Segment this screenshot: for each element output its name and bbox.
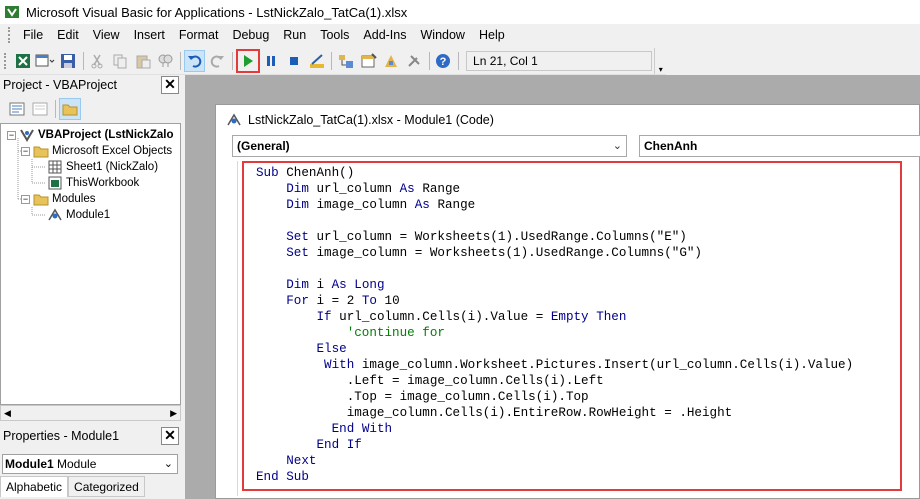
project-close-icon[interactable]: ✕ [161, 76, 179, 94]
toolbar-separator [82, 51, 84, 70]
code-window-icon [226, 113, 242, 127]
menu-insert[interactable]: Insert [127, 24, 172, 46]
title-bar: Microsoft Visual Basic for Applications … [0, 0, 920, 24]
menu-view[interactable]: View [86, 24, 127, 46]
code-line[interactable]: 'continue for [256, 325, 900, 341]
code-line[interactable]: Set url_column = Worksheets(1).UsedRange… [256, 229, 900, 245]
code-window: LstNickZalo_TatCa(1).xlsx - Module1 (Cod… [215, 104, 920, 499]
code-line[interactable]: For i = 2 To 10 [256, 293, 900, 309]
selected-object-type: Module [57, 457, 97, 471]
help-icon[interactable]: ? [433, 50, 455, 72]
properties-tabs: Alphabetic Categorized [0, 476, 181, 499]
code-line[interactable] [256, 213, 900, 229]
project-panel-title: Project - VBAProject [0, 75, 181, 95]
properties-object-select[interactable]: Module1 Module ⌄ [2, 454, 178, 474]
view-code-icon[interactable] [6, 98, 28, 120]
project-tree: − VBAProject (LstNickZalo − Microsoft Ex… [0, 123, 181, 405]
object-browser-icon[interactable] [380, 50, 402, 72]
menu-tools[interactable]: Tools [313, 24, 356, 46]
code-line[interactable]: End With [256, 421, 900, 437]
redo-icon[interactable] [206, 50, 228, 72]
toolbar-separator [458, 51, 460, 70]
menu-bar: File Edit View Insert Format Debug Run T… [0, 24, 920, 46]
toggle-folders-icon[interactable] [59, 98, 81, 120]
code-line[interactable]: Sub ChenAnh() [256, 165, 900, 181]
copy-icon[interactable] [109, 50, 131, 72]
project-tree-scrollbar[interactable]: ◀ ▶ [0, 405, 181, 421]
code-editor[interactable]: Sub ChenAnh() Dim url_column As Range Di… [242, 161, 902, 491]
tab-alphabetic[interactable]: Alphabetic [0, 476, 69, 497]
reset-icon[interactable] [283, 50, 305, 72]
cursor-position: Ln 21, Col 1 [466, 50, 653, 71]
object-combo[interactable]: (General) ⌄ [232, 135, 627, 157]
menu-run[interactable]: Run [276, 24, 313, 46]
toolbar-options-chevron-icon[interactable]: ▾ [654, 47, 666, 74]
insert-module-icon[interactable] [35, 50, 57, 72]
code-line[interactable]: .Left = image_column.Cells(i).Left [256, 373, 900, 389]
save-icon[interactable] [57, 50, 79, 72]
tree-connector-lines [17, 138, 46, 216]
procedure-combo-value: ChenAnh [644, 139, 698, 153]
menu-window[interactable]: Window [414, 24, 472, 46]
procedure-combo[interactable]: ChenAnh [639, 135, 920, 157]
paste-icon[interactable] [132, 50, 154, 72]
toolbar-separator [55, 100, 56, 118]
menu-grip[interactable] [8, 27, 12, 43]
window-title: Microsoft Visual Basic for Applications … [26, 4, 408, 20]
toolbox-icon[interactable] [403, 50, 425, 72]
code-line[interactable]: End If [256, 437, 900, 453]
menu-debug[interactable]: Debug [225, 24, 276, 46]
code-line[interactable]: .Top = image_column.Cells(i).Top [256, 389, 900, 405]
toolbar-separator [232, 51, 233, 70]
design-mode-icon[interactable] [306, 50, 328, 72]
break-icon[interactable] [261, 50, 283, 72]
code-line[interactable]: Next [256, 453, 900, 469]
menu-edit[interactable]: Edit [50, 24, 86, 46]
svg-text:?: ? [440, 56, 447, 68]
code-line[interactable]: End Sub [256, 469, 900, 485]
cut-icon[interactable] [87, 50, 109, 72]
code-window-title: LstNickZalo_TatCa(1).xlsx - Module1 (Cod… [248, 113, 494, 127]
code-line[interactable]: Set image_column = Worksheets(1).UsedRan… [256, 245, 900, 261]
code-line[interactable]: If url_column.Cells(i).Value = Empty The… [256, 309, 900, 325]
scroll-right-icon[interactable]: ▶ [170, 408, 177, 419]
code-line[interactable]: Dim image_column As Range [256, 197, 900, 213]
undo-icon[interactable] [183, 49, 206, 72]
project-toolbar [0, 96, 181, 122]
code-window-titlebar[interactable]: LstNickZalo_TatCa(1).xlsx - Module1 (Cod… [216, 105, 919, 135]
toolbar-grip[interactable] [4, 52, 8, 69]
scroll-left-icon[interactable]: ◀ [4, 408, 11, 419]
view-excel-icon[interactable] [12, 50, 34, 72]
standard-toolbar: ? Ln 21, Col 1 ▾ [0, 47, 666, 75]
menu-format[interactable]: Format [172, 24, 226, 46]
toolbar-separator [428, 51, 430, 70]
view-object-icon[interactable] [29, 98, 51, 120]
properties-window-icon[interactable] [358, 50, 380, 72]
chevron-down-icon[interactable]: ⌄ [164, 455, 173, 473]
code-line[interactable]: With image_column.Worksheet.Pictures.Ins… [256, 357, 900, 373]
code-line[interactable] [256, 261, 900, 277]
toolbar-separator [331, 51, 333, 70]
properties-close-icon[interactable]: ✕ [161, 427, 179, 445]
toolbar-separator [179, 51, 181, 70]
object-combo-value: (General) [237, 139, 290, 153]
code-line[interactable]: image_column.Cells(i).EntireRow.RowHeigh… [256, 405, 900, 421]
code-line[interactable]: Dim i As Long [256, 277, 900, 293]
tab-categorized[interactable]: Categorized [68, 476, 145, 497]
project-explorer-icon[interactable] [335, 50, 357, 72]
run-sub-icon[interactable] [236, 48, 260, 73]
menu-addins[interactable]: Add-Ins [356, 24, 413, 46]
find-icon[interactable] [154, 50, 176, 72]
selected-object-name: Module1 [5, 457, 54, 471]
code-margin[interactable] [216, 161, 238, 496]
menu-file[interactable]: File [16, 24, 50, 46]
properties-panel-title: Properties - Module1 [0, 426, 181, 446]
menu-help[interactable]: Help [472, 24, 512, 46]
code-line[interactable]: Else [256, 341, 900, 357]
vba-app-icon [4, 4, 20, 20]
code-line[interactable]: Dim url_column As Range [256, 181, 900, 197]
chevron-down-icon[interactable]: ⌄ [613, 136, 622, 156]
